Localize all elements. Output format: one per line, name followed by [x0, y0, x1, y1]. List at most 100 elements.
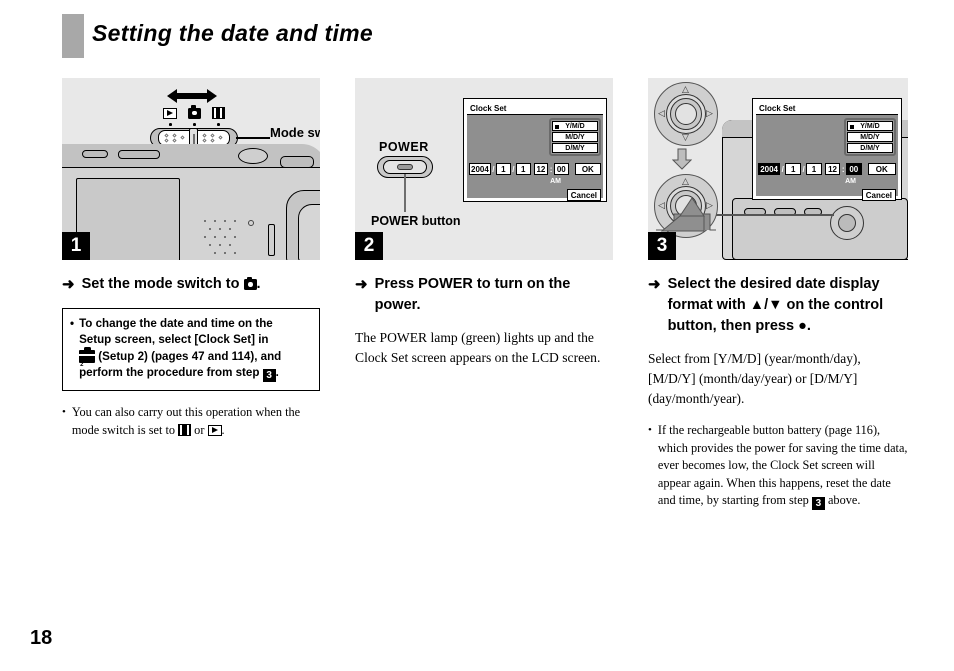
- control-dial-top-center: [675, 103, 697, 125]
- date-format-list: Y/M/D M/D/Y D/M/Y: [549, 118, 601, 156]
- dial-left-arrow-icon: ◁: [658, 109, 665, 119]
- mode-switch-label: Mode switch: [270, 125, 320, 140]
- setup-toolbox-icon: 2: [79, 346, 96, 368]
- step-1-note-box: • To change the date and time on the Set…: [62, 307, 320, 392]
- ok-button[interactable]: OK: [574, 163, 602, 175]
- step-1-heading: ➜ Set the mode switch to .: [62, 274, 320, 296]
- step-badge-3: 3: [648, 232, 676, 260]
- meridiem-label-3: AM: [845, 178, 856, 185]
- hour-field-3[interactable]: 12: [824, 163, 841, 175]
- step-reference-badge: 3: [262, 369, 276, 383]
- movie-mode-icon: [178, 423, 192, 436]
- header-accent-bar: [62, 14, 84, 58]
- power-button-label: POWER button: [371, 214, 461, 228]
- mode-switch-leader-line: [236, 137, 270, 139]
- dial-up-arrow-icon: △: [682, 85, 689, 95]
- note-line-3: (Setup 2) (pages 47 and 114), and: [95, 349, 282, 363]
- step-reference-badge-3: 3: [811, 497, 825, 511]
- bullet-marker: •: [62, 406, 66, 419]
- press-indicator-arrow-icon: [656, 197, 716, 232]
- month-field-3[interactable]: 1: [785, 163, 801, 175]
- day-field[interactable]: 1: [515, 163, 531, 175]
- dial-down-arrow-icon: ▽: [682, 133, 689, 143]
- page-number: 18: [30, 627, 53, 649]
- step-1-bullet: • You can also carry out this operation …: [62, 404, 320, 439]
- note-text: To change the date and time on the Setup…: [79, 316, 282, 383]
- clock-set-inner-3: Clock Set Y/M/D M/D/Y D/M/Y 2004 / 1 / 1…: [756, 102, 898, 201]
- month-field[interactable]: 1: [496, 163, 511, 175]
- meridiem-label: AM: [550, 178, 561, 185]
- camera-top-button-c: [280, 156, 314, 168]
- note-line-4-post: .: [275, 366, 279, 380]
- clock-set-inner: Clock Set Y/M/D M/D/Y D/M/Y 2004 / 1 / 1…: [467, 102, 603, 201]
- note-line-2: Setup screen, select [Clock Set] in: [79, 333, 269, 347]
- date-format-list-3: Y/M/D M/D/Y D/M/Y: [844, 118, 896, 156]
- shutter-button: [238, 148, 268, 164]
- power-button-nub: [397, 164, 413, 170]
- camera-grip-inner: [298, 204, 320, 260]
- format-option-dmy[interactable]: D/M/Y: [552, 143, 598, 153]
- step-1-heading-text: Set the mode switch to .: [82, 274, 320, 296]
- year-field-3[interactable]: 2004: [758, 163, 781, 175]
- format-option-mdy[interactable]: M/D/Y: [552, 132, 598, 142]
- format-option-dmy-3[interactable]: D/M/Y: [847, 143, 893, 153]
- step-badge-1: 1: [62, 232, 90, 260]
- year-field[interactable]: 2004: [469, 163, 491, 175]
- step-2-heading: ➜ Press POWER to turn on the power.: [355, 274, 613, 316]
- clock-set-title: Clock Set: [467, 102, 603, 115]
- minute-field[interactable]: 00: [553, 163, 569, 175]
- step-badge-2: 2: [355, 232, 383, 260]
- power-label: POWER: [379, 140, 429, 154]
- arrow-right-icon: ➜: [648, 276, 661, 293]
- step-3-bullet-text: If the rechargeable button battery (page…: [658, 422, 908, 511]
- control-callout-line: [710, 214, 834, 216]
- hour-field[interactable]: 12: [533, 163, 549, 175]
- step-1-heading-post: .: [256, 276, 261, 292]
- note-line-4-pre: perform the procedure from step: [79, 366, 263, 380]
- mode-icon-row: [162, 105, 226, 122]
- playback-mode-icon: [207, 424, 222, 436]
- format-option-ymd-3[interactable]: Y/M/D: [847, 121, 893, 131]
- step-2-body: The POWER lamp (green) lights up and the…: [355, 330, 601, 366]
- step-2-heading-text: Press POWER to turn on the power.: [374, 276, 571, 314]
- step-3-body: Select from [Y/M/D] (year/month/day), [M…: [648, 351, 861, 407]
- camera-mode-icon: [243, 276, 257, 290]
- camera-control-button-center: [838, 214, 856, 232]
- format-option-mdy-3[interactable]: M/D/Y: [847, 132, 893, 142]
- bullet-text-post: .: [221, 422, 225, 437]
- format-option-ymd[interactable]: Y/M/D: [552, 121, 598, 131]
- page-header: Setting the date and time: [0, 0, 954, 62]
- minute-field-3[interactable]: 00: [846, 163, 862, 175]
- step-column-3: △ ▽ ◁ ▷ △ ◁ ▷ Clock Set Y/M/D M/D/Y D/M/…: [648, 78, 908, 511]
- dial-right-arrow-icon: ▷: [706, 109, 713, 119]
- camera-top-button-b: [118, 150, 160, 159]
- setup-subscript: 2: [80, 362, 84, 369]
- bullet-text-mid: or: [191, 422, 208, 437]
- clock-set-title-3: Clock Set: [756, 102, 898, 115]
- dial-bottom-up-arrow-icon: △: [682, 177, 689, 187]
- step-2-illustration: POWER POWER button Clock Set Y/M/D M/D/Y…: [355, 78, 613, 260]
- step-3-bullet: • If the rechargeable button battery (pa…: [648, 422, 908, 511]
- bullet-3-post: above.: [824, 493, 861, 508]
- camera-slot: [268, 224, 275, 256]
- flow-down-arrow-icon: [672, 148, 692, 170]
- note-bullet: •: [70, 316, 75, 330]
- datetime-row-3: 2004 / 1 / 1 12 : 00 OK: [758, 163, 896, 175]
- playback-icon: [162, 106, 178, 120]
- ok-button-3[interactable]: OK: [867, 163, 896, 175]
- movie-icon: [210, 106, 226, 120]
- step-3-heading-text: Select the desired date display format w…: [667, 276, 884, 335]
- step-column-2: POWER POWER button Clock Set Y/M/D M/D/Y…: [355, 78, 613, 369]
- arrow-right-icon: ➜: [355, 276, 368, 293]
- cancel-button-3[interactable]: Cancel: [861, 189, 896, 201]
- step-1-illustration: Mode switch 1: [62, 78, 320, 260]
- day-field-3[interactable]: 1: [806, 163, 822, 175]
- datetime-row: 2004 / 1 / 1 12 : 00 OK: [469, 163, 602, 175]
- camera-top-button-a: [82, 150, 108, 158]
- power-callout-line: [404, 174, 406, 212]
- clock-set-screen-step2: Clock Set Y/M/D M/D/Y D/M/Y 2004 / 1 / 1…: [463, 98, 607, 202]
- cancel-button[interactable]: Cancel: [566, 189, 601, 201]
- arrow-right-icon: ➜: [62, 276, 75, 293]
- step-1-bullet-text: You can also carry out this operation wh…: [72, 404, 320, 439]
- step-column-1: Mode switch 1 ➜ Set the mode switch to .: [62, 78, 320, 439]
